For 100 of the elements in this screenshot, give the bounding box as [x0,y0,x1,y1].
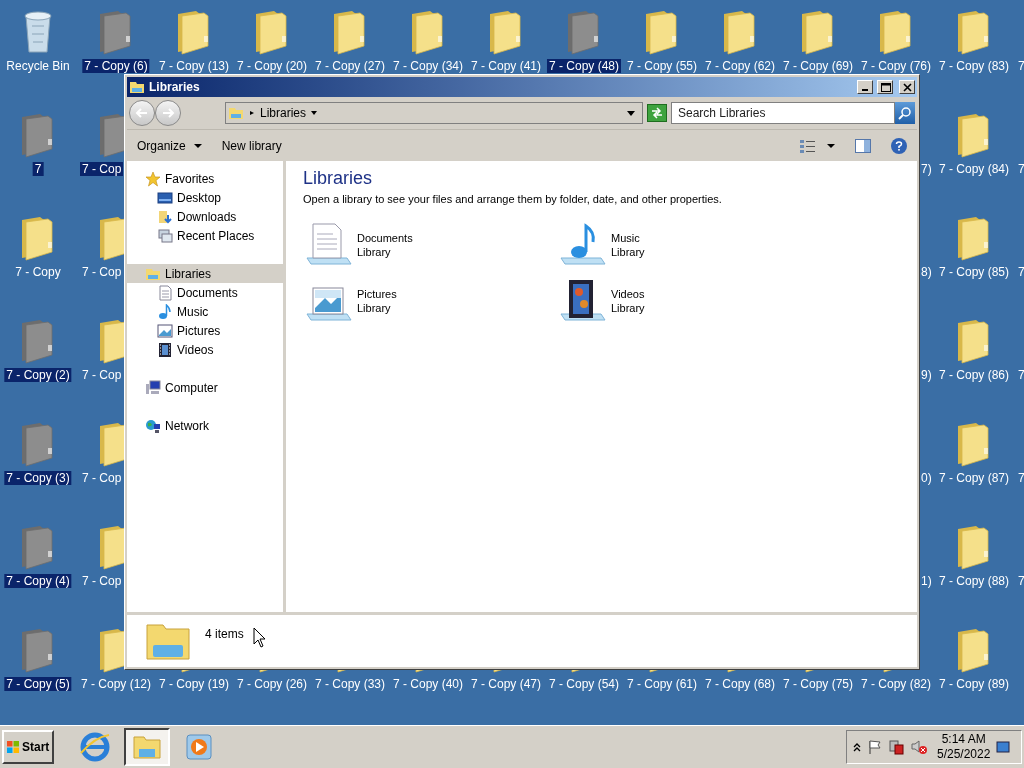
nav-item[interactable]: Favorites [127,169,283,188]
icon-label[interactable]: 7 [1016,368,1024,382]
nav-item[interactable]: Downloads [127,207,283,226]
icon-label[interactable]: 7 - Copy (89) [937,677,1011,691]
search-field[interactable]: Search Libraries [671,102,895,124]
icon-label[interactable]: 7 [1016,471,1024,485]
icon-label[interactable]: 7 - Copy (3) [4,471,72,485]
start-button[interactable]: Start [2,730,54,764]
icon-label[interactable]: 7 - Copy (4) [4,574,72,588]
mouse-cursor-icon [253,627,267,649]
nav-item[interactable]: Documents [127,283,283,302]
icon-label[interactable]: 7 - Copy (48) [547,59,621,73]
icon-label[interactable]: 8) [921,265,932,279]
library-name[interactable]: Pictures [357,286,397,301]
icon-label[interactable]: 7 - Copy (55) [625,59,699,73]
back-button[interactable] [129,100,155,126]
help-icon [895,140,903,151]
help-button[interactable] [891,137,907,154]
maximize-button[interactable] [877,80,893,94]
new-library-button[interactable]: New library [221,136,282,155]
icon-label[interactable]: 7 - Copy (2) [4,368,72,382]
icon-label[interactable]: 7 - Copy (20) [235,59,309,73]
search-button[interactable] [895,102,915,124]
icon-label[interactable]: 7 - Copy (41) [469,59,543,73]
icon-label[interactable]: 7 - Copy (13) [157,59,231,73]
icon-label[interactable]: 7 - Copy (86) [937,368,1011,382]
icon-label[interactable]: 7 - Copy (27) [313,59,387,73]
icon-label[interactable]: Recycle Bin [4,59,72,73]
library-type: Library [357,244,392,259]
taskbar-app-button[interactable] [124,728,170,766]
library-name[interactable]: Videos [611,286,645,301]
icon-label[interactable]: 7 - Copy (83) [937,59,1011,73]
nav-item[interactable]: Videos [127,340,283,359]
icon-label[interactable]: 7 - Copy (85) [937,265,1011,279]
nav-icon [145,379,161,396]
view-options-button[interactable] [799,137,835,154]
icon-label[interactable]: 7 - Copy (87) [937,471,1011,485]
icon-label[interactable]: 7 - Copy (6) [82,59,150,73]
nav-icon [157,208,173,225]
nav-icon [157,322,173,339]
icon-label[interactable]: 7 [1016,59,1024,73]
nav-icon [145,170,161,187]
nav-item[interactable]: Music [127,302,283,321]
library-type: Library [611,244,645,259]
refresh-icon [650,107,664,119]
icon-label[interactable]: 7 - Copy (88) [937,574,1011,588]
icon-label[interactable]: 7 - Copy (5) [4,677,72,691]
icon-label[interactable]: 7 - Copy (61) [625,677,699,691]
nav-item[interactable]: Recent Places [127,226,283,245]
nav-icon [157,303,173,320]
icon-label[interactable]: 7 [1016,574,1024,588]
icon-label[interactable]: 9) [921,368,932,382]
icon-label[interactable]: 7 [1016,162,1024,176]
icon-label[interactable]: 7 - Copy (76) [859,59,933,73]
preview-pane-button[interactable] [855,138,871,153]
icon-label[interactable]: 7 - Copy [13,265,63,279]
icon-label[interactable]: 7 - Cop [80,162,124,176]
close-button[interactable] [899,80,915,94]
nav-item[interactable]: Desktop [127,188,283,207]
minimize-button[interactable] [857,80,873,94]
icon-label[interactable]: 7 - Copy (75) [781,677,855,691]
item-count: 4 items [205,626,244,643]
nav-item[interactable]: Pictures [127,321,283,340]
icon-label[interactable]: 7 - Copy (19) [157,677,231,691]
icon-label[interactable]: 7 - Copy (12) [79,677,153,691]
library-name[interactable]: Documents [357,230,413,245]
icon-label[interactable]: 7 - Copy (34) [391,59,465,73]
icon-label[interactable]: 0) [921,471,932,485]
icon-label[interactable]: 7 - Copy (69) [781,59,855,73]
icon-label[interactable]: 7 - Cop [80,471,124,485]
organize-menu[interactable]: Organize [137,136,202,155]
nav-icon [157,284,173,301]
icon-label[interactable]: 7) [921,162,932,176]
icon-label[interactable]: 7 - Copy (26) [235,677,309,691]
icon-label[interactable]: 7 - Copy (62) [703,59,777,73]
forward-button[interactable] [155,100,181,126]
icon-label[interactable]: 7 [1016,265,1024,279]
icon-label[interactable]: 7 - Copy (68) [703,677,777,691]
breadcrumb-item[interactable]: Libraries [260,104,307,122]
icon-label[interactable]: 7 - Copy (33) [313,677,387,691]
caret-icon [827,142,835,149]
refresh-button[interactable] [647,104,667,122]
close-icon [900,81,914,93]
icon-label[interactable]: 7 - Copy (82) [859,677,933,691]
icon-label[interactable]: 7 - Copy (54) [547,677,621,691]
icon-label[interactable]: 7 - Cop [80,574,124,588]
chevron-up-icon [853,742,861,752]
nav-item[interactable]: Computer [127,378,283,397]
icon-label[interactable]: 1) [921,574,932,588]
library-name[interactable]: Music [611,230,645,245]
icon-label[interactable]: 7 - Copy (47) [469,677,543,691]
nav-item[interactable]: Network [127,416,283,435]
icon-label[interactable]: 7 - Copy (40) [391,677,465,691]
dropdown-caret-icon [626,109,636,117]
icon-label[interactable]: 7 [32,162,44,176]
icon-label[interactable]: 7 - Cop [80,368,124,382]
address-bar[interactable]: Libraries [225,102,643,124]
nav-item[interactable]: Libraries [127,264,283,283]
icon-label[interactable]: 7 - Copy (84) [937,162,1011,176]
icon-label[interactable]: 7 - Cop [80,265,124,279]
